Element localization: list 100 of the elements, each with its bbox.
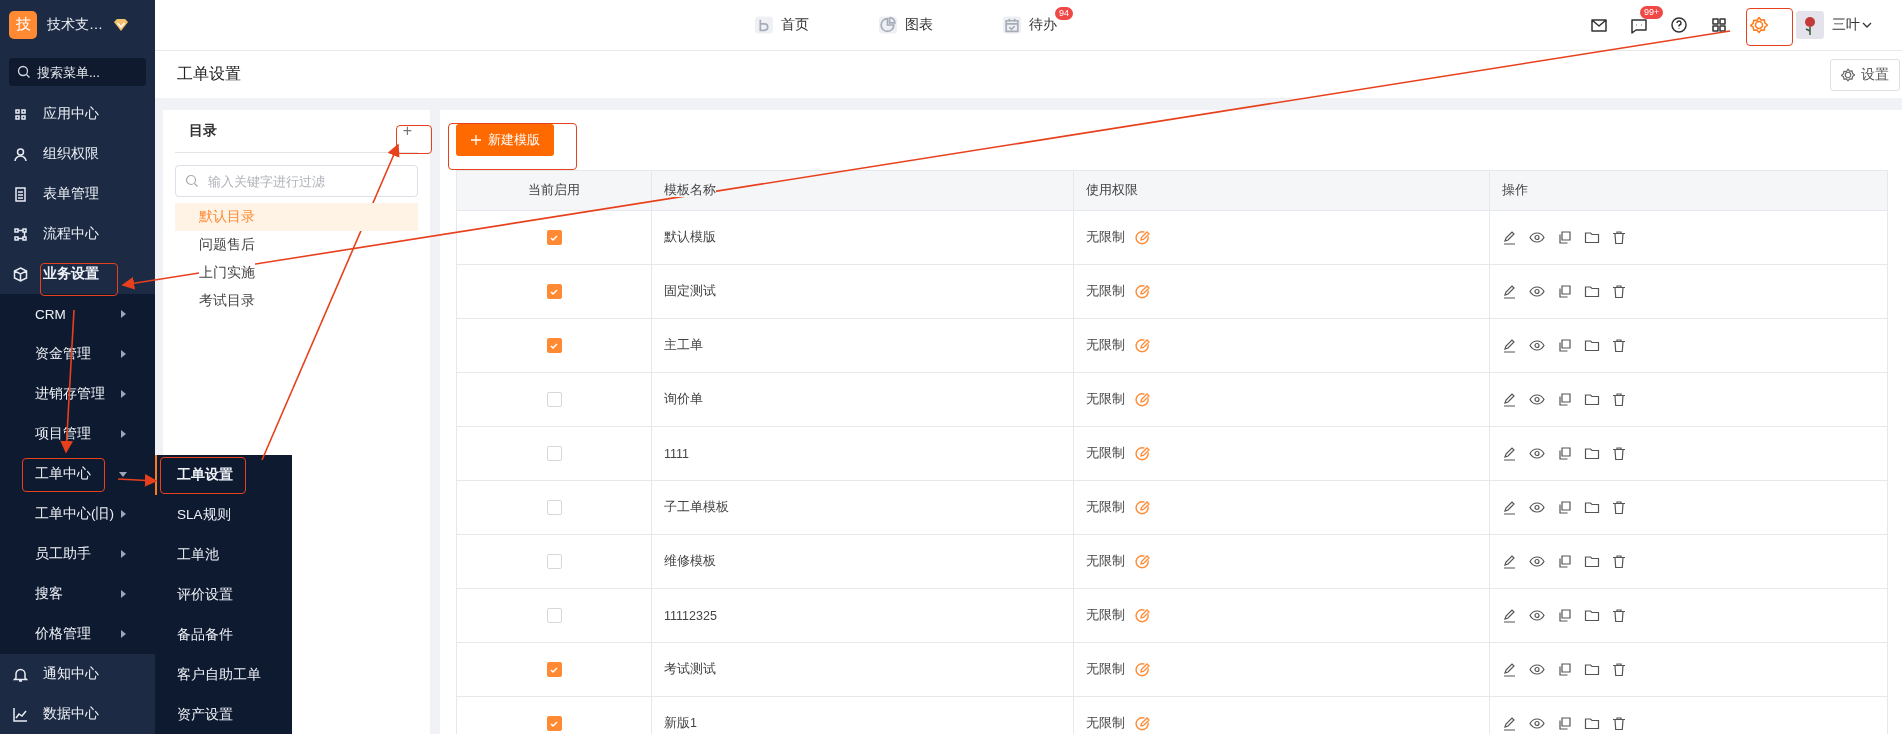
check-icon xyxy=(549,340,559,351)
table-cell: 维修模板 xyxy=(664,554,716,568)
copy-icon[interactable] xyxy=(1557,338,1572,353)
pencil-icon[interactable] xyxy=(1502,446,1517,461)
submenu-item[interactable]: 客户自助工单 xyxy=(155,655,292,695)
copy-icon[interactable] xyxy=(1557,446,1572,461)
trash-icon[interactable] xyxy=(1612,554,1626,569)
folder-icon[interactable] xyxy=(1584,608,1600,623)
menu-item[interactable]: 通知中心 xyxy=(0,654,155,694)
submenu-item[interactable]: 资产设置 xyxy=(155,695,292,734)
submenu-item[interactable]: 评价设置 xyxy=(155,575,292,615)
folder-icon[interactable] xyxy=(1584,230,1600,245)
eye-icon[interactable] xyxy=(1529,500,1545,515)
trash-icon[interactable] xyxy=(1612,446,1626,461)
copy-icon[interactable] xyxy=(1557,662,1572,677)
copy-icon[interactable] xyxy=(1557,500,1572,515)
menu-item[interactable]: 数据中心 xyxy=(0,694,155,734)
pencil-icon[interactable] xyxy=(1502,554,1517,569)
nav-link[interactable]: 待办 xyxy=(1003,16,1057,34)
checkbox[interactable] xyxy=(546,284,562,300)
settings-button[interactable] xyxy=(1750,16,1768,34)
copy-icon[interactable] xyxy=(1557,554,1572,569)
menu-item[interactable]: 应用中心 xyxy=(0,94,155,134)
submenu-item[interactable]: 备品备件 xyxy=(155,615,292,655)
eye-icon[interactable] xyxy=(1529,284,1545,299)
menu-search-input[interactable]: 搜索菜单... xyxy=(9,58,146,86)
copy-icon[interactable] xyxy=(1557,608,1572,623)
copy-icon[interactable] xyxy=(1557,392,1572,407)
caret-icon xyxy=(119,430,127,438)
pencil-icon[interactable] xyxy=(1502,500,1517,515)
checkbox[interactable] xyxy=(546,230,562,246)
folder-icon[interactable] xyxy=(1584,716,1600,731)
trash-icon[interactable] xyxy=(1612,662,1626,677)
eye-icon[interactable] xyxy=(1529,662,1545,677)
submenu-item[interactable]: 工单中心 xyxy=(0,454,155,494)
eye-icon[interactable] xyxy=(1529,338,1545,353)
eye-icon[interactable] xyxy=(1529,554,1545,569)
trash-icon[interactable] xyxy=(1612,716,1626,731)
folder-icon[interactable] xyxy=(1584,554,1600,569)
eye-icon[interactable] xyxy=(1529,446,1545,461)
folder-icon[interactable] xyxy=(1584,500,1600,515)
menu-item[interactable]: 流程中心 xyxy=(0,214,155,254)
menu-item[interactable]: 组织权限 xyxy=(0,134,155,174)
copy-icon[interactable] xyxy=(1557,284,1572,299)
submenu-item[interactable]: 价格管理 xyxy=(0,614,155,654)
copy-icon[interactable] xyxy=(1557,230,1572,245)
trash-icon[interactable] xyxy=(1612,284,1626,299)
eye-icon[interactable] xyxy=(1529,608,1545,623)
pencil-icon[interactable] xyxy=(1502,662,1517,677)
pencil-icon[interactable] xyxy=(1502,338,1517,353)
folder-icon[interactable] xyxy=(1584,338,1600,353)
submenu-item[interactable]: 工单池 xyxy=(155,535,292,575)
company-name[interactable]: 技术支… xyxy=(47,15,103,34)
folder-icon[interactable] xyxy=(1584,446,1600,461)
submenu-item[interactable]: 员工助手 xyxy=(0,534,155,574)
folder-icon[interactable] xyxy=(1584,392,1600,407)
pencil-icon[interactable] xyxy=(1502,230,1517,245)
checkbox[interactable] xyxy=(546,392,562,408)
trash-icon[interactable] xyxy=(1612,500,1626,515)
eye-icon[interactable] xyxy=(1529,230,1545,245)
check-icon xyxy=(549,232,559,243)
nav-link[interactable]: 图表 xyxy=(879,16,933,34)
checkbox[interactable] xyxy=(546,554,562,570)
add-button[interactable]: + xyxy=(398,123,416,139)
submenu-item[interactable]: 搜客 xyxy=(0,574,155,614)
trash-icon[interactable] xyxy=(1612,338,1626,353)
pencil-icon[interactable] xyxy=(1502,392,1517,407)
user-name[interactable]: 三叶 xyxy=(1832,16,1860,34)
column-header: 操作 xyxy=(1502,183,1528,197)
eye-icon[interactable] xyxy=(1529,716,1545,731)
grid-button[interactable] xyxy=(1710,16,1728,34)
checkbox[interactable] xyxy=(546,662,562,678)
submenu-item[interactable]: SLA规则 xyxy=(155,495,292,535)
menu-item[interactable]: 业务设置 xyxy=(0,254,155,294)
settings-button[interactable]: 设置 xyxy=(1830,58,1900,91)
mail-button[interactable] xyxy=(1590,16,1608,34)
chevron-down-icon[interactable] xyxy=(1862,20,1872,30)
folder-icon[interactable] xyxy=(1584,662,1600,677)
menu-item[interactable]: 表单管理 xyxy=(0,174,155,214)
pencil-icon[interactable] xyxy=(1502,608,1517,623)
help-button[interactable] xyxy=(1670,16,1688,34)
copy-icon[interactable] xyxy=(1557,716,1572,731)
submenu-item[interactable]: CRM xyxy=(0,294,155,334)
trash-icon[interactable] xyxy=(1612,608,1626,623)
pencil-icon[interactable] xyxy=(1502,284,1517,299)
checkbox[interactable] xyxy=(546,716,562,732)
checkbox[interactable] xyxy=(546,446,562,462)
pencil-icon[interactable] xyxy=(1502,716,1517,731)
avatar-icon[interactable] xyxy=(1796,11,1824,39)
folder-icon[interactable] xyxy=(1584,284,1600,299)
submenu-item[interactable]: 工单中心(旧) xyxy=(0,494,155,534)
filter-field[interactable]: 输入关键字进行过滤 xyxy=(175,165,418,197)
checkbox[interactable] xyxy=(546,500,562,516)
checkbox[interactable] xyxy=(546,608,562,624)
trash-icon[interactable] xyxy=(1612,392,1626,407)
nav-link[interactable]: 首页 xyxy=(755,16,809,34)
trash-icon[interactable] xyxy=(1612,230,1626,245)
checkbox[interactable] xyxy=(546,338,562,354)
eye-icon[interactable] xyxy=(1529,392,1545,407)
chat-button[interactable] xyxy=(1630,16,1648,34)
